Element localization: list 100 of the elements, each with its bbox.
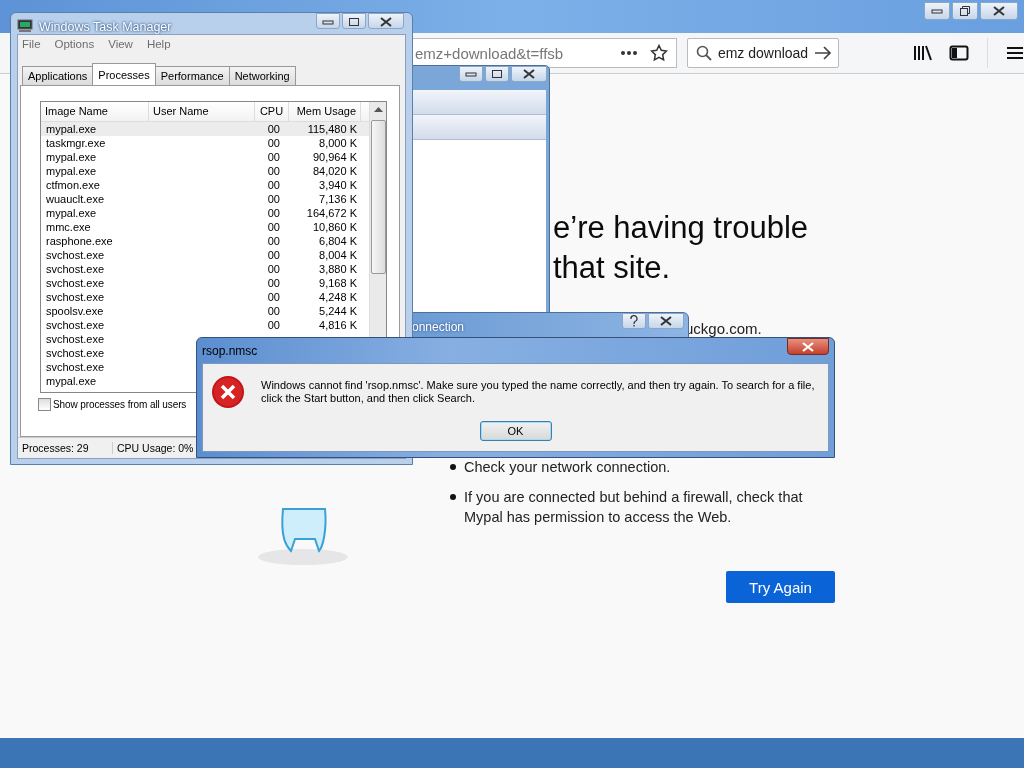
table-cell-text: 00: [266, 150, 281, 164]
table-cell-text: 115,480 K: [306, 122, 358, 136]
minimize-icon: [322, 19, 334, 25]
table-cell-text: mmc.exe: [45, 220, 92, 234]
tab[interactable]: Processes: [92, 63, 156, 85]
table-row[interactable]: svchost.exe 00 4,248 K: [41, 290, 370, 304]
tab[interactable]: Applications: [22, 66, 94, 85]
column-header[interactable]: Mem Usage: [289, 102, 361, 121]
page-heading: e’re having trouble: [553, 209, 809, 247]
table-row[interactable]: mypal.exe 00 90,964 K: [41, 150, 370, 164]
help-icon: [629, 315, 639, 327]
checkbox-label[interactable]: Show processes from all users: [53, 399, 187, 410]
arrow-icon[interactable]: [814, 46, 832, 60]
table-row[interactable]: svchost.exe 00 8,004 K: [41, 248, 370, 262]
table-cell-text: 10,860 K: [311, 220, 358, 234]
table-row[interactable]: svchost.exe 00 3,880 K: [41, 262, 370, 276]
library-icon[interactable]: [913, 44, 933, 62]
menu-item[interactable]: View: [108, 38, 133, 52]
table-cell-text: svchost.exe: [45, 276, 106, 290]
table-row[interactable]: svchost.exe 00 9,168 K: [41, 276, 370, 290]
more-icon[interactable]: [620, 50, 638, 56]
table-cell-text: 00: [266, 206, 281, 220]
table-row[interactable]: ctfmon.exe 00 3,940 K: [41, 178, 370, 192]
table-cell-text: ctfmon.exe: [45, 178, 101, 192]
table-cell-text: spoolsv.exe: [45, 304, 105, 318]
minimize-icon: [931, 8, 943, 14]
table-cell-text: taskmgr.exe: [45, 136, 107, 150]
table-cell-text: svchost.exe: [45, 318, 106, 332]
table-row[interactable]: mmc.exe 00 10,860 K: [41, 220, 370, 234]
restore-button[interactable]: [952, 2, 978, 20]
table-cell-text: svchost.exe: [45, 360, 106, 374]
table-row[interactable]: svchost.exe 00 4,816 K: [41, 318, 370, 332]
address-field[interactable]: emz+download&t=ffsb: [413, 38, 677, 68]
search-field[interactable]: emz download: [687, 38, 839, 68]
scroll-up-icon[interactable]: [373, 107, 383, 112]
table-row[interactable]: rasphone.exe 00 6,804 K: [41, 234, 370, 248]
table-cell-text: 4,816 K: [318, 318, 358, 332]
maximize-icon: [491, 69, 503, 79]
table-cell-text: wuauclt.exe: [45, 192, 106, 206]
table-row[interactable]: mypal.exe 00 84,020 K: [41, 164, 370, 178]
table-row[interactable]: taskmgr.exe 00 8,000 K: [41, 136, 370, 150]
maximize-button[interactable]: [342, 13, 366, 29]
try-again-button[interactable]: Try Again: [726, 571, 835, 603]
table-cell-text: svchost.exe: [45, 332, 106, 346]
menu-item[interactable]: File: [22, 38, 41, 52]
table-cell-text: 00: [266, 248, 281, 262]
column-header[interactable]: User Name: [149, 102, 255, 121]
close-icon: [379, 17, 393, 27]
table-cell-text: 9,168 K: [318, 276, 358, 290]
dialog-title: onnection: [412, 320, 465, 334]
minimize-icon: [465, 71, 477, 77]
table-cell-text: 6,804 K: [318, 234, 358, 248]
help-button[interactable]: [622, 313, 646, 329]
table-cell-text: 00: [266, 234, 281, 248]
star-icon[interactable]: [650, 44, 668, 62]
close-button[interactable]: [511, 66, 547, 82]
table-cell-text: 00: [266, 276, 281, 290]
menu-icon[interactable]: [1006, 45, 1024, 61]
close-button[interactable]: [787, 338, 829, 355]
monitor-icon: [17, 19, 33, 33]
table-cell-text: mypal.exe: [45, 164, 98, 178]
table-cell-text: mypal.exe: [45, 122, 98, 136]
table-cell-text: 00: [266, 318, 281, 332]
menu-item[interactable]: Options: [54, 38, 95, 52]
tab[interactable]: Performance: [154, 66, 230, 85]
tab[interactable]: Networking: [228, 66, 296, 85]
page-heading: that site.: [553, 249, 671, 287]
column-header[interactable]: CPU: [255, 102, 289, 121]
menu-item[interactable]: Help: [146, 38, 171, 52]
scroll-thumb[interactable]: [370, 120, 386, 274]
column-header[interactable]: Image Name: [41, 102, 149, 121]
table-cell-text: 00: [266, 192, 281, 206]
table-cell-text: rasphone.exe: [45, 234, 114, 248]
table-row[interactable]: mypal.exe 00 164,672 K: [41, 206, 370, 220]
table-cell-text: 8,000 K: [318, 136, 358, 150]
table-cell-text: 00: [266, 164, 281, 178]
table-cell-text: 00: [266, 290, 281, 304]
checkbox[interactable]: [38, 398, 51, 411]
maximize-button[interactable]: [485, 66, 509, 82]
table-cell-text: 00: [266, 262, 281, 276]
table-cell-text: 3,940 K: [318, 178, 358, 192]
table-cell-text: 164,672 K: [305, 206, 358, 220]
table-row[interactable]: spoolsv.exe 00 5,244 K: [41, 304, 370, 318]
close-button[interactable]: [648, 313, 684, 329]
table-row[interactable]: mypal.exe 00 115,480 K: [41, 122, 370, 136]
close-icon: [522, 69, 536, 79]
sidebar-icon[interactable]: [949, 44, 969, 62]
status-text: Processes: 29: [18, 442, 113, 454]
window-title: Windows Task Manager: [39, 20, 172, 34]
bullet-icon: [450, 494, 456, 500]
table-cell-text: 3,880 K: [318, 262, 358, 276]
table-row[interactable]: wuauclt.exe 00 7,136 K: [41, 192, 370, 206]
search-icon: [696, 45, 712, 61]
bullet-icon: [450, 464, 456, 470]
ok-button[interactable]: OK: [479, 421, 552, 441]
close-button[interactable]: [980, 2, 1018, 20]
page-text: uckgo.com.: [685, 320, 762, 337]
close-button[interactable]: [368, 13, 404, 29]
table-cell-text: mypal.exe: [45, 206, 98, 220]
table-cell-text: 00: [266, 122, 281, 136]
